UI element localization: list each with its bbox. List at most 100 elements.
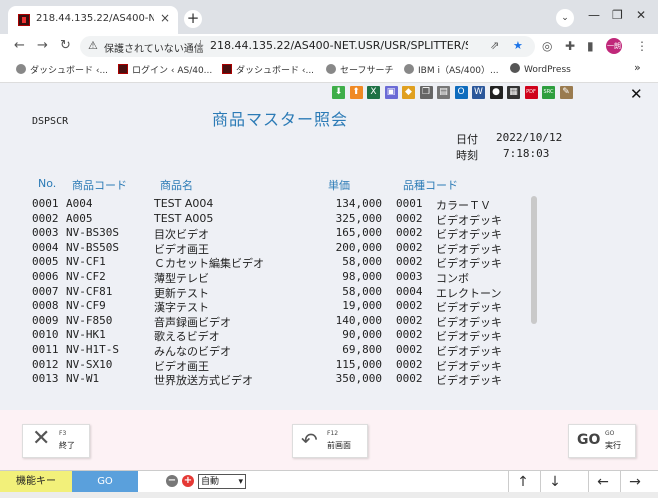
site-favicon-icon	[222, 64, 232, 74]
row-no: 0013	[32, 372, 59, 386]
row-code: NV-BS30S	[66, 226, 119, 240]
address-separator	[200, 40, 201, 53]
fkey-code: F3	[59, 430, 67, 437]
new-tab-button[interactable]: +	[184, 10, 202, 28]
url-text[interactable]: 218.44.135.22/AS400-NET.USR/USR/SPLITTER…	[210, 39, 468, 52]
palette-icon[interactable]: ◆	[402, 86, 415, 99]
arrow-up-icon[interactable]: ↑	[508, 471, 537, 493]
forward-icon[interactable]: →	[37, 38, 48, 53]
tab-strip: 218.44.135.22/AS400-NET.U × + ⌄ — ❐ ✕	[0, 0, 658, 34]
row-category-code: 0002	[396, 357, 423, 371]
row-no: 0010	[32, 328, 59, 342]
share-icon[interactable]: ⇗	[490, 39, 499, 52]
row-code: NV-SX10	[66, 357, 113, 371]
f12-previous-button[interactable]: ↶ F12 前画面	[292, 424, 368, 458]
zoom-select[interactable]: 自動	[198, 474, 246, 489]
globe-icon	[16, 64, 26, 74]
profile-avatar[interactable]: 一朗	[606, 38, 622, 54]
bookmarks-more-icon[interactable]: »	[634, 61, 641, 74]
row-category-name: コンボ	[436, 272, 469, 285]
function-keys-toggle[interactable]: 機能キー	[0, 471, 72, 493]
bookmark-item[interactable]: ダッシュボード ‹...	[16, 63, 108, 76]
zoom-out-icon[interactable]: −	[166, 475, 178, 487]
word-icon[interactable]: W	[472, 86, 485, 99]
restore-icon[interactable]: ❐	[612, 8, 623, 22]
address-bar[interactable]: ⚠ 保護されていない通信 218.44.135.22/AS400-NET.USR…	[80, 36, 535, 57]
row-no: 0011	[32, 343, 59, 356]
zoom-in-icon[interactable]: +	[182, 475, 194, 487]
row-price: 115,000	[335, 357, 382, 371]
bookmark-item[interactable]: ログイン ‹ AS/40...	[118, 63, 212, 76]
reload-icon[interactable]: ↻	[60, 38, 71, 53]
row-name: 世界放送方式ビデオ	[154, 374, 253, 388]
time-label: 時刻	[456, 149, 478, 162]
row-category-code: 0004	[396, 284, 423, 298]
bookmark-item[interactable]: WordPress	[510, 63, 571, 75]
arrow-right-icon[interactable]: →	[620, 471, 649, 493]
row-price: 69,800	[342, 343, 382, 356]
bookmark-label: ログイン ‹ AS/40...	[132, 66, 213, 76]
bookmark-item[interactable]: ダッシュボード ‹...	[222, 63, 314, 76]
copy-icon[interactable]: ❐	[419, 86, 433, 99]
go-execute-button[interactable]: GO GO 実行	[568, 424, 636, 458]
settings-icon[interactable]: ✎	[559, 86, 573, 99]
menu-icon[interactable]: ⋮	[636, 39, 648, 53]
bookmark-star-icon[interactable]: ★	[513, 39, 523, 52]
scrollbar-thumb[interactable]	[531, 196, 537, 324]
side-panel-icon[interactable]: ▮	[587, 39, 594, 53]
go-button[interactable]: GO	[72, 471, 138, 493]
close-x-icon: ✕	[32, 426, 51, 451]
globe-icon	[326, 64, 336, 74]
row-code: NV-CF81	[66, 284, 113, 298]
upload-icon[interactable]: ⬆	[349, 86, 363, 99]
camera-icon[interactable]: ●	[489, 86, 503, 99]
row-code: NV-BS50S	[66, 240, 119, 254]
function-key-panel: ✕ F3 終了 ↶ F12 前画面 GO GO 実行	[0, 410, 658, 470]
browser-tab[interactable]: 218.44.135.22/AS400-NET.U ×	[8, 6, 178, 34]
tab-search-icon[interactable]: ⌄	[556, 9, 574, 27]
row-price: 134,000	[335, 197, 382, 210]
time-value: 7:18:03	[503, 147, 550, 160]
puzzle-icon[interactable]: ✚	[565, 39, 575, 53]
bookmark-item[interactable]: セーフサーチ	[326, 63, 393, 76]
screen-id: DSPSCR	[32, 116, 69, 127]
row-price: 165,000	[335, 226, 382, 240]
excel-icon[interactable]: X	[367, 86, 380, 99]
src-icon[interactable]: SRC	[542, 86, 555, 99]
row-name: TEST A004	[154, 197, 214, 210]
back-icon[interactable]: ←	[14, 38, 25, 53]
column-header-price: 単価	[328, 179, 350, 192]
arrow-left-icon[interactable]: ←	[588, 471, 617, 493]
column-header-no: No.	[38, 177, 57, 190]
outlook-icon[interactable]: O	[454, 86, 468, 99]
row-price: 58,000	[342, 255, 382, 269]
bookmark-item[interactable]: IBM i（AS/400）...	[404, 63, 499, 76]
close-icon[interactable]: ✕	[630, 85, 643, 103]
document-icon[interactable]: ▤	[437, 86, 450, 99]
row-category-name: ビデオデッキ	[436, 257, 502, 271]
row-category-code: 0002	[396, 211, 423, 225]
f3-exit-button[interactable]: ✕ F3 終了	[22, 424, 90, 458]
image-icon[interactable]: ▣	[384, 86, 398, 99]
arrow-down-icon[interactable]: ↓	[540, 471, 569, 493]
row-category-name: ビデオデッキ	[436, 330, 502, 344]
row-category-name: ビデオデッキ	[436, 359, 502, 373]
row-no: 0012	[32, 357, 59, 371]
print-icon[interactable]: ▦	[507, 86, 520, 99]
extension-icon[interactable]: ◎	[542, 39, 552, 53]
fkey-code: F12	[327, 430, 339, 437]
row-category-name: ビデオデッキ	[436, 345, 502, 358]
row-name: 歌えるビデオ	[154, 330, 220, 344]
row-no: 0001	[32, 197, 59, 210]
pdf-icon[interactable]: PDF	[524, 86, 538, 99]
row-no: 0004	[32, 240, 59, 254]
tab-close-icon[interactable]: ×	[160, 11, 170, 25]
row-code: NV-CF1	[66, 255, 106, 269]
window-close-icon[interactable]: ✕	[636, 8, 646, 22]
row-no: 0003	[32, 226, 59, 240]
download-icon[interactable]: ⬇	[332, 86, 345, 99]
date-value: 2022/10/12	[496, 131, 563, 144]
minimize-icon[interactable]: —	[588, 8, 600, 22]
row-category-code: 0002	[396, 328, 423, 342]
row-category-name: ビデオデッキ	[436, 242, 502, 256]
